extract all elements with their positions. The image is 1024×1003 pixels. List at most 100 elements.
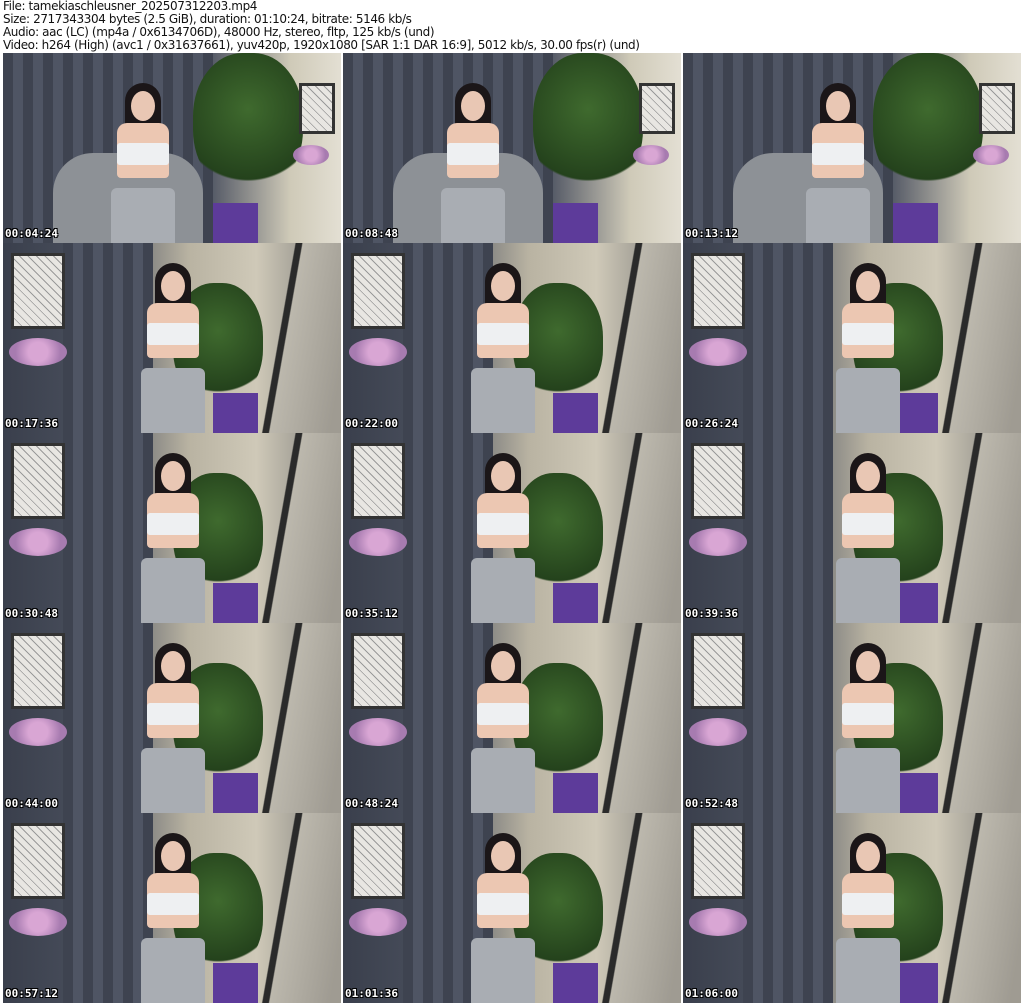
flowers [689,908,747,936]
video-thumbnail: 00:08:48 [343,53,681,243]
mirror [601,433,681,623]
video-thumbnail: 00:57:12 [3,813,341,1003]
plant [193,53,303,193]
person [828,453,908,623]
curtain [743,813,833,1003]
timestamp: 00:26:24 [685,417,738,430]
lamp [639,83,675,134]
lamp [351,253,405,329]
mirror [261,813,341,1003]
curtain [743,623,833,813]
flowers [349,528,407,556]
purple-box [213,773,258,813]
flowers [349,908,407,936]
lamp [351,443,405,519]
person [828,263,908,433]
mirror [601,623,681,813]
flowers [689,338,747,366]
purple-box [553,583,598,623]
person [463,453,543,623]
video-thumbnail: 00:13:12 [683,53,1021,243]
video-thumbnail: 00:48:24 [343,623,681,813]
flowers [349,718,407,746]
video-thumbnail: 00:22:00 [343,243,681,433]
lamp [351,823,405,899]
curtain [743,433,833,623]
flowers [349,338,407,366]
mirror [601,243,681,433]
person [828,833,908,1003]
purple-box [893,203,938,243]
video-thumbnail: 01:01:36 [343,813,681,1003]
timestamp: 00:17:36 [5,417,58,430]
person [133,263,213,433]
person [103,83,183,243]
purple-box [213,393,258,433]
person [828,643,908,813]
lamp [11,253,65,329]
flowers [9,528,67,556]
person [133,643,213,813]
timestamp: 00:30:48 [5,607,58,620]
mirror [261,433,341,623]
timestamp: 00:13:12 [685,227,738,240]
plant [873,53,983,193]
person [133,453,213,623]
mirror [261,243,341,433]
purple-box [213,203,258,243]
person [433,83,513,243]
purple-box [213,963,258,1003]
purple-box [553,963,598,1003]
timestamp: 01:01:36 [345,987,398,1000]
timestamp: 00:04:24 [5,227,58,240]
video-thumbnail: 00:39:36 [683,433,1021,623]
lamp [691,823,745,899]
person [133,833,213,1003]
thumbnail-grid: 00:04:24 00:08:48 00:13:12 00:17:36 00:22:00… [3,53,1021,1003]
mirror [941,433,1021,623]
timestamp: 00:39:36 [685,607,738,620]
mirror [261,623,341,813]
lamp [11,823,65,899]
mirror [601,813,681,1003]
purple-box [213,583,258,623]
flowers [633,145,669,165]
flowers [9,338,67,366]
video-thumbnail: 00:17:36 [3,243,341,433]
timestamp: 00:44:00 [5,797,58,810]
flowers [293,145,329,165]
video-thumbnail: 00:26:24 [683,243,1021,433]
lamp [299,83,335,134]
flowers [973,145,1009,165]
video-thumbnail: 00:44:00 [3,623,341,813]
timestamp: 00:08:48 [345,227,398,240]
lamp [691,253,745,329]
flowers [9,908,67,936]
video-thumbnail: 01:06:00 [683,813,1021,1003]
mirror [941,623,1021,813]
flowers [689,718,747,746]
lamp [351,633,405,709]
lamp [691,633,745,709]
purple-box [553,203,598,243]
lamp [11,633,65,709]
timestamp: 00:35:12 [345,607,398,620]
curtain [743,243,833,433]
person [463,833,543,1003]
timestamp: 00:57:12 [5,987,58,1000]
timestamp: 00:52:48 [685,797,738,810]
person [463,643,543,813]
purple-box [553,393,598,433]
timestamp: 00:48:24 [345,797,398,810]
flowers [689,528,747,556]
purple-box [553,773,598,813]
mirror [941,243,1021,433]
timestamp: 00:22:00 [345,417,398,430]
person [463,263,543,433]
plant [533,53,643,193]
lamp [11,443,65,519]
video-thumbnail: 00:04:24 [3,53,341,243]
person [798,83,878,243]
video-thumbnail: 00:52:48 [683,623,1021,813]
video-info: Video: h264 (High) (avc1 / 0x31637661), … [3,38,640,52]
